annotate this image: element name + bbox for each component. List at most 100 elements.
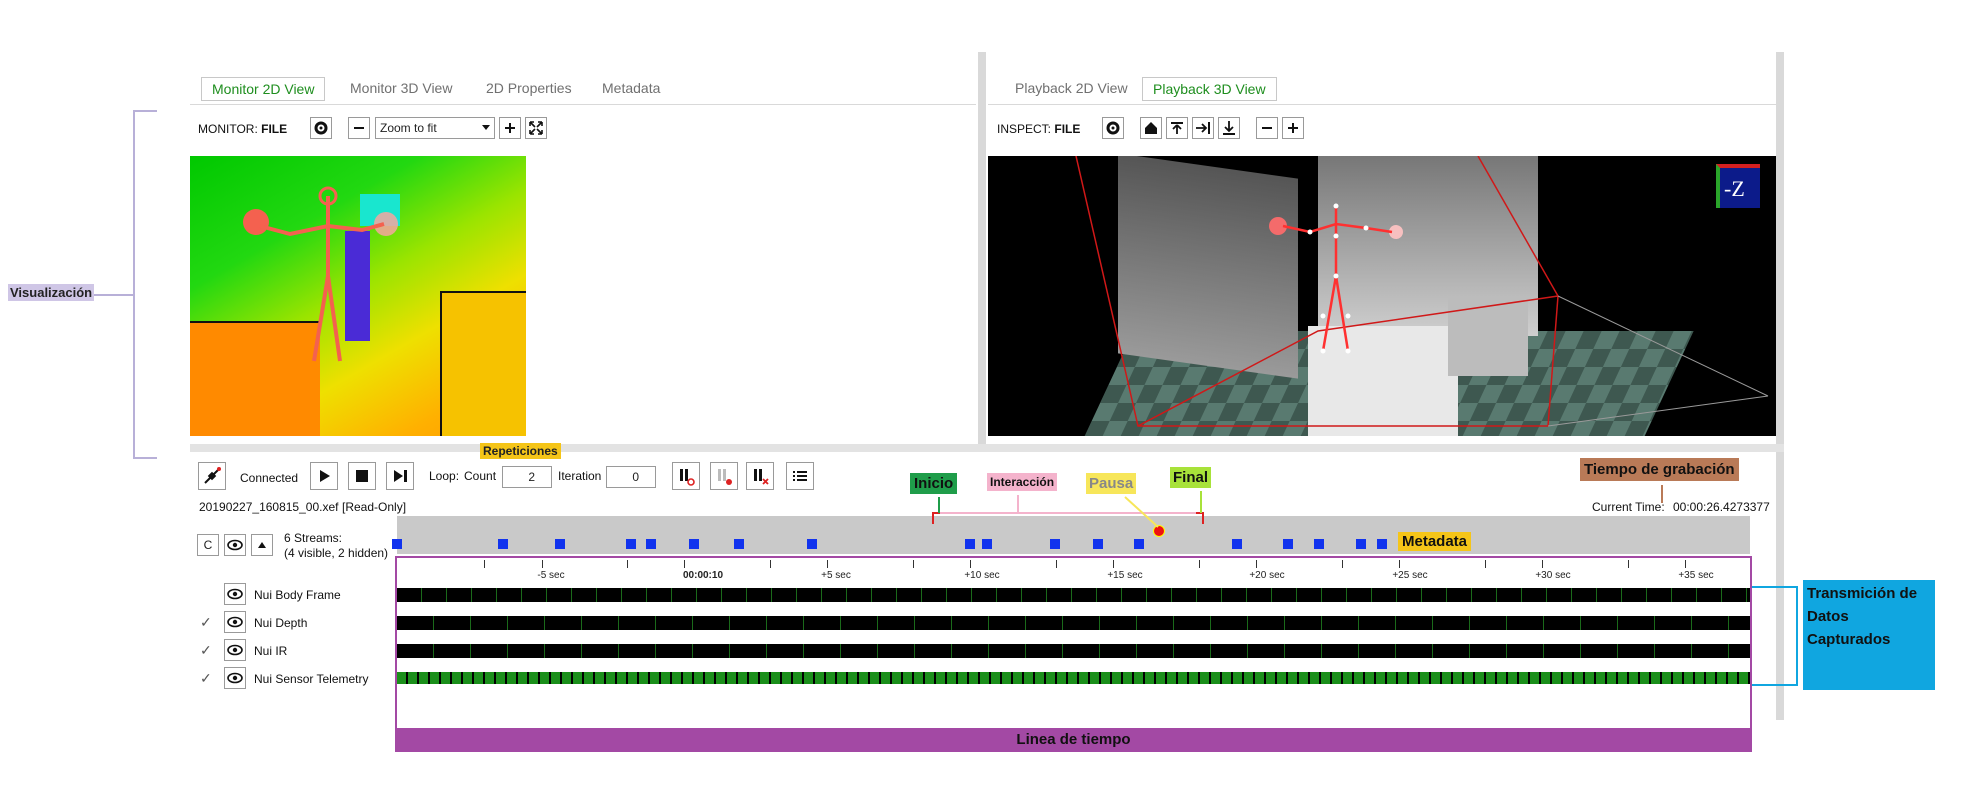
- list-button[interactable]: [786, 462, 814, 490]
- tab-monitor-3d[interactable]: Monitor 3D View: [340, 77, 462, 99]
- zoom-select[interactable]: Zoom to fit: [375, 117, 495, 139]
- tab-playback-2d[interactable]: Playback 2D View: [1005, 77, 1138, 99]
- stream-name: Nui Depth: [254, 616, 308, 630]
- metadata-marker[interactable]: [1232, 539, 1242, 549]
- c-button[interactable]: C: [197, 534, 219, 556]
- inspect-first-button[interactable]: [1166, 117, 1188, 139]
- metadata-marker[interactable]: [1377, 539, 1387, 549]
- play-icon: [320, 470, 330, 482]
- axis-cube-label: -Z: [1724, 176, 1745, 201]
- metadata-marker[interactable]: [626, 539, 636, 549]
- timeline-frame: [395, 556, 1752, 730]
- point-cloud-view[interactable]: -Z: [988, 156, 1776, 436]
- metadata-marker[interactable]: [1093, 539, 1103, 549]
- final-connector: [1200, 491, 1202, 513]
- first-icon: [1171, 122, 1183, 134]
- metadata-marker[interactable]: [807, 539, 817, 549]
- interaccion-label: Interacción: [987, 473, 1058, 491]
- interaccion-connector: [1017, 495, 1019, 513]
- inspect-zoom-in-button[interactable]: [1282, 117, 1304, 139]
- count-value: 2: [528, 470, 535, 484]
- check-icon[interactable]: ✓: [200, 642, 212, 659]
- eye-icon: [227, 616, 243, 628]
- inspect-next-button[interactable]: [1192, 117, 1214, 139]
- monitor-fit-button[interactable]: [525, 117, 547, 139]
- metadata-marker[interactable]: [498, 539, 508, 549]
- count-label: Count: [464, 469, 497, 483]
- inspect-last-button[interactable]: [1218, 117, 1240, 139]
- collapse-button[interactable]: [251, 534, 273, 556]
- metadata-marker[interactable]: [392, 539, 402, 549]
- tab-2d-properties[interactable]: 2D Properties: [476, 77, 582, 99]
- connected-label: Connected: [240, 471, 299, 485]
- inspect-source: FILE: [1054, 122, 1081, 136]
- last-icon: [1223, 121, 1235, 135]
- connect-plugin-button[interactable]: [198, 462, 226, 490]
- tab-playback-3d[interactable]: Playback 3D View: [1142, 77, 1277, 101]
- home-icon: [1145, 122, 1157, 134]
- metadata-label: Metadata: [1398, 532, 1472, 551]
- iteration-value: 0: [632, 470, 639, 484]
- pause-point-add-button[interactable]: [672, 462, 700, 490]
- metadata-marker[interactable]: [982, 539, 992, 549]
- pause-point-toggle-button[interactable]: [710, 462, 738, 490]
- metadata-marker[interactable]: [734, 539, 744, 549]
- minus-icon: [354, 127, 364, 129]
- axis-cube[interactable]: -Z: [1716, 164, 1760, 208]
- monitor-panel: Monitor 2D View Monitor 3D View 2D Prope…: [190, 52, 976, 444]
- stop-icon: [356, 470, 368, 482]
- stream-eye-button[interactable]: [224, 611, 246, 633]
- metadata-marker[interactable]: [1314, 539, 1324, 549]
- inspect-home-button[interactable]: [1140, 117, 1162, 139]
- eye-all-button[interactable]: [224, 534, 246, 556]
- pausa-connector: [1124, 496, 1159, 528]
- iteration-stepper[interactable]: 0: [606, 466, 656, 488]
- pause-point-icon: [680, 469, 695, 486]
- step-button[interactable]: [386, 462, 414, 490]
- metadata-marker[interactable]: [689, 539, 699, 549]
- current-time-label: Current Time:: [1592, 500, 1665, 514]
- stream-name: Nui Sensor Telemetry: [254, 672, 369, 686]
- tab-monitor-2d[interactable]: Monitor 2D View: [201, 77, 326, 101]
- metadata-marker[interactable]: [1283, 539, 1293, 549]
- check-icon[interactable]: ✓: [200, 670, 212, 687]
- metadata-marker[interactable]: [1356, 539, 1366, 549]
- monitor-settings-button[interactable]: [310, 117, 332, 139]
- inspect-zoom-out-button[interactable]: [1256, 117, 1278, 139]
- pause-point-icon: [718, 469, 732, 485]
- streams-summary-2: (4 visible, 2 hidden): [284, 546, 389, 560]
- stop-button[interactable]: [348, 462, 376, 490]
- fit-icon: [529, 121, 543, 135]
- stream-eye-button[interactable]: [224, 639, 246, 661]
- monitor-zoom-out-button[interactable]: [348, 117, 370, 139]
- bounding-frustum: [1075, 156, 1769, 427]
- next-icon: [1196, 122, 1210, 134]
- metadata-marker[interactable]: [555, 539, 565, 549]
- visualizacion-connector: [92, 294, 134, 296]
- tiempo-connector: [1661, 485, 1663, 503]
- count-stepper[interactable]: 2: [502, 466, 552, 488]
- metadata-marker[interactable]: [1050, 539, 1060, 549]
- monitor-zoom-in-button[interactable]: [499, 117, 521, 139]
- transmision-bracket: [1752, 586, 1798, 686]
- inspect-settings-button[interactable]: [1102, 117, 1124, 139]
- zoom-select-value: Zoom to fit: [380, 121, 437, 135]
- stream-eye-button[interactable]: [224, 667, 246, 689]
- metadata-strip: [397, 516, 1750, 554]
- play-button[interactable]: [310, 462, 338, 490]
- depth-image: [190, 156, 526, 436]
- linea-label: Linea de tiempo: [395, 728, 1752, 752]
- check-icon[interactable]: ✓: [200, 614, 212, 631]
- inicio-connector: [938, 497, 940, 513]
- triangle-up-icon: [258, 542, 266, 548]
- pause-point-remove-button[interactable]: [746, 462, 774, 490]
- chevron-down-icon: [482, 125, 490, 130]
- inspect-panel: Playback 2D View Playback 3D View INSPEC…: [988, 52, 1776, 444]
- pausa-label: Pausa: [1086, 473, 1137, 494]
- metadata-marker[interactable]: [646, 539, 656, 549]
- tab-metadata[interactable]: Metadata: [592, 77, 670, 99]
- inspect-source-label: INSPECT: FILE: [997, 122, 1080, 136]
- stream-eye-button[interactable]: [224, 583, 246, 605]
- stream-name: Nui IR: [254, 644, 288, 658]
- metadata-marker[interactable]: [965, 539, 975, 549]
